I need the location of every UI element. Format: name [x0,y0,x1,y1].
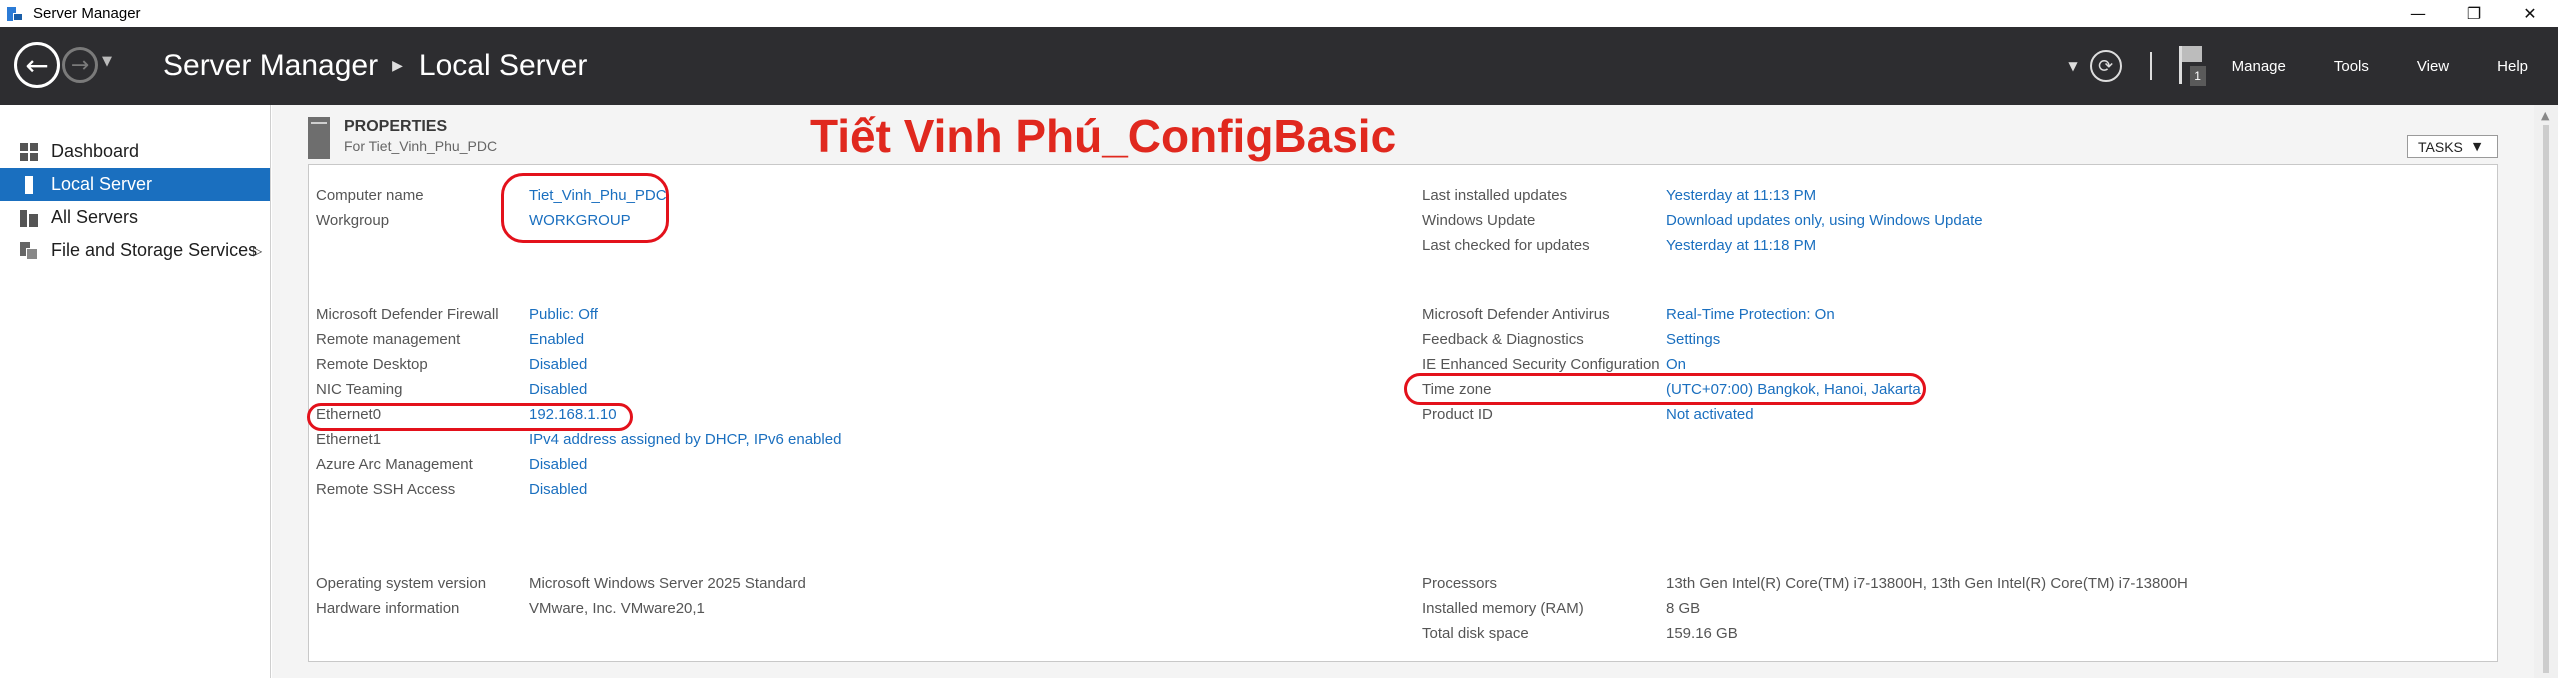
prop-value[interactable]: Enabled [529,330,584,349]
breadcrumb-current: Local Server [418,49,588,82]
prop-label: Microsoft Defender Antivirus [1422,306,1610,323]
prop-value[interactable]: Disabled [529,355,587,374]
tasks-label: TASKS [2418,138,2463,155]
vertical-scrollbar[interactable]: ▲ [2534,105,2558,678]
prop-value[interactable]: On [1666,355,1686,374]
local-server-icon [20,175,38,194]
prop-value: 13th Gen Intel(R) Core(TM) i7-13800H, 13… [1666,575,2188,592]
breadcrumb-app[interactable]: Server Manager [163,49,378,83]
prop-value: 159.16 GB [1666,625,1738,642]
prop-label: Remote management [316,331,461,348]
prop-label: Product ID [1422,406,1493,423]
toolbar-divider [2149,52,2152,80]
history-dropdown-icon[interactable]: ▼ [102,54,112,69]
minimize-button[interactable]: — [2390,0,2446,27]
prop-label: NIC Teaming [316,381,403,398]
refresh-icon[interactable]: ⟳ [2089,50,2122,82]
prop-value[interactable]: Disabled [529,480,587,499]
prop-value[interactable]: Settings [1666,330,1720,349]
properties-title: PROPERTIES [344,118,448,135]
window-controls: — ❐ ✕ [2390,0,2558,27]
app-header: ← → ▼ Server Manager ▶ Local Server ▼ ⟳ … [0,27,2558,105]
prop-value[interactable]: Public: Off [529,305,598,324]
close-button[interactable]: ✕ [2502,0,2558,27]
all-servers-icon [20,209,38,227]
sidebar-item-all-servers[interactable]: All Servers [0,201,270,234]
annotation-banner: Tiết Vinh Phú_ConfigBasic [810,110,1397,162]
window-title-bar: Server Manager — ❐ ✕ [0,0,2558,27]
sidebar: Dashboard Local Server All Servers File … [0,105,271,678]
prop-label: Workgroup [316,212,390,229]
highlight-computer-name [501,173,669,243]
highlight-time-zone [1404,373,1926,405]
prop-value[interactable]: Disabled [529,380,587,399]
prop-value[interactable]: Yesterday at 11:13 PM [1666,186,1816,205]
scroll-up-icon[interactable]: ▲ [2541,109,2549,122]
properties-subtitle: For Tiet_Vinh_Phu_PDC [344,138,498,154]
prop-value: VMware, Inc. VMware20,1 [529,600,705,617]
prop-value[interactable]: Yesterday at 11:18 PM [1666,236,1816,255]
restore-button[interactable]: ❐ [2446,0,2502,27]
sidebar-item-dashboard[interactable]: Dashboard [0,135,270,168]
prop-value: 8 GB [1666,600,1701,617]
sidebar-item-label: File and Storage Services [51,240,258,260]
prop-label: Last installed updates [1422,187,1568,204]
highlight-ethernet0 [307,403,633,431]
prop-label: Feedback & Diagnostics [1422,331,1584,348]
server-manager-icon [6,5,24,23]
sidebar-item-label: Local Server [51,174,153,194]
prop-value[interactable]: Not activated [1666,405,1754,424]
menu-tools[interactable]: Tools [2334,58,2369,75]
prop-label: Windows Update [1422,212,1536,229]
prop-value[interactable]: Real-Time Protection: On [1666,305,1835,324]
prop-label: Last checked for updates [1422,237,1590,254]
prop-label: Processors [1422,575,1498,592]
prop-value[interactable]: Download updates only, using Windows Upd… [1666,211,1983,230]
prop-label: Remote SSH Access [316,481,456,498]
sidebar-item-file-storage[interactable]: File and Storage Services ▷ [0,234,270,267]
dashboard-icon [20,142,38,161]
prop-value: Microsoft Windows Server 2025 Standard [529,575,806,592]
prop-label: Microsoft Defender Firewall [316,306,499,323]
breadcrumb-separator-icon: ▶ [392,58,403,74]
menu-help[interactable]: Help [2497,58,2528,75]
properties-server-icon [308,117,330,159]
notifications-flag-icon[interactable]: 1 [2176,44,2206,88]
prop-label: Computer name [316,187,424,204]
sidebar-item-label: Dashboard [51,141,140,161]
sidebar-item-label: All Servers [51,207,139,227]
prop-label: Hardware information [316,600,460,617]
forward-arrow-icon[interactable]: → [62,47,98,83]
prop-value[interactable]: IPv4 address assigned by DHCP, IPv6 enab… [529,430,841,449]
breadcrumb: Server Manager ▶ Local Server [163,49,587,83]
prop-label: IE Enhanced Security Configuration [1422,356,1660,373]
chevron-down-icon: ▼ [2472,140,2482,153]
prop-label: Operating system version [316,575,487,592]
header-toolbar: ▼ ⟳ 1 Manage Tools View Help [2068,27,2558,105]
back-arrow-icon[interactable]: ← [14,42,60,88]
prop-label: Installed memory (RAM) [1422,600,1584,617]
tasks-dropdown-button[interactable]: TASKS ▼ [2407,135,2498,158]
prop-label: Remote Desktop [316,356,428,373]
expand-arrow-icon[interactable]: ▷ [253,244,262,258]
prop-value[interactable]: Disabled [529,455,587,474]
prop-label: Total disk space [1422,625,1529,642]
prop-label: Azure Arc Management [316,456,473,473]
window-title: Server Manager [33,5,141,22]
menu-view[interactable]: View [2417,58,2449,75]
chevron-down-icon[interactable]: ▼ [2068,59,2077,73]
notification-count: 1 [2189,66,2206,86]
scroll-thumb[interactable] [2543,125,2549,673]
file-storage-icon [20,241,38,260]
sidebar-item-local-server[interactable]: Local Server [0,168,270,201]
prop-label: Ethernet1 [316,431,382,448]
properties-header: PROPERTIES For Tiet_Vinh_Phu_PDC [308,117,497,159]
menu-manage[interactable]: Manage [2232,58,2286,75]
